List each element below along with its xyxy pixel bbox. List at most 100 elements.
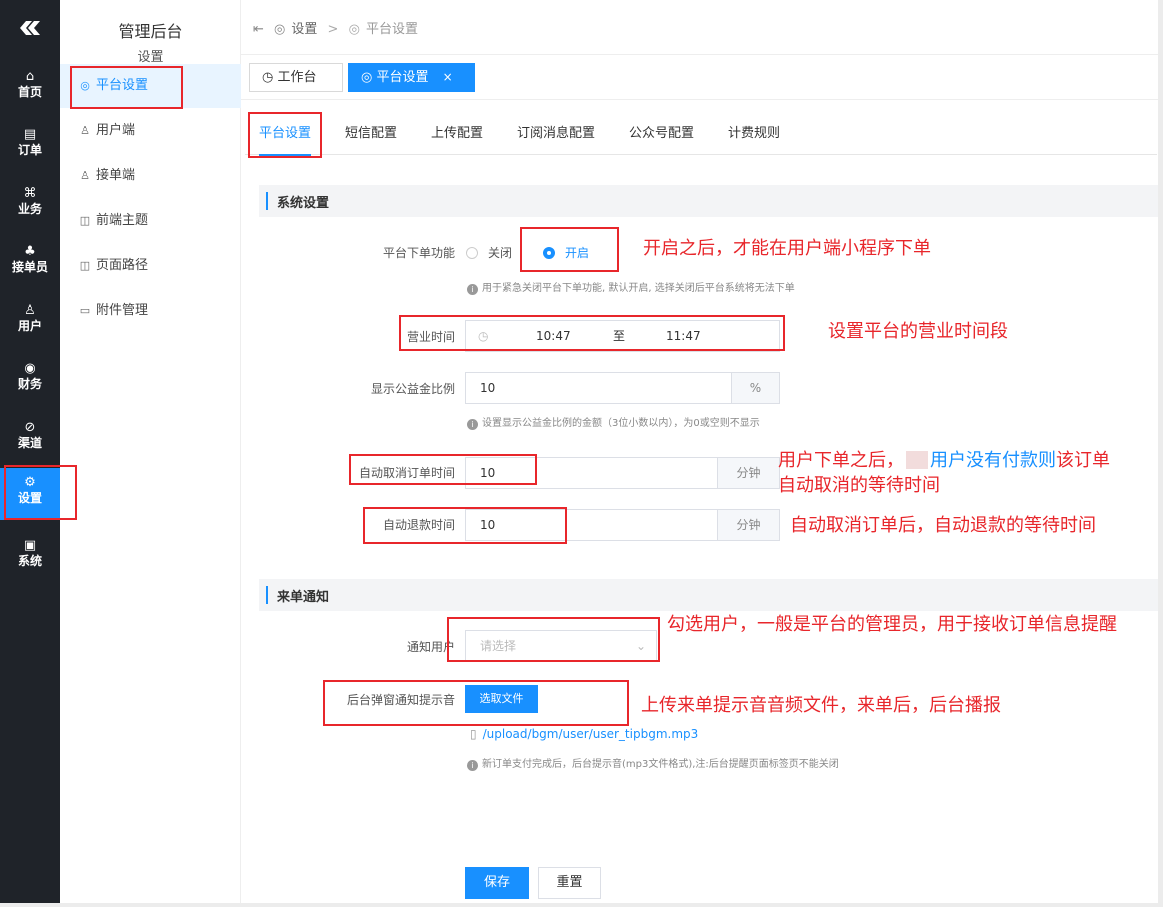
business-hours-range[interactable]: ◷ 10:47 至 11:47 [465, 320, 780, 352]
tag-platform-settings[interactable]: ◎ 平台设置 × [348, 63, 475, 92]
nav-finance-label: 财务 [17, 377, 42, 391]
tab-billing[interactable]: 计费规则 [728, 113, 780, 155]
nav-channels[interactable]: ⊘ 渠道 [0, 417, 60, 469]
notify-user-select[interactable]: 请选择 ⌄ [465, 630, 657, 662]
end-time[interactable]: 11:47 [666, 321, 701, 351]
nav-channels-label: 渠道 [17, 436, 42, 450]
annotation-note: 用户下单之后， 用户没有付款则该订单 自动取消的等待时间 [778, 448, 1158, 498]
info-icon: i [467, 760, 478, 771]
sidebar-item-platform-settings[interactable]: ◎ 平台设置 [60, 64, 241, 108]
channel-icon: ⊘ [24, 420, 36, 435]
tag-dashboard[interactable]: ◷ 工作台 [249, 63, 343, 92]
annotation-note: 上传来单提示音音频文件，来单后，后台播报 [641, 695, 1001, 716]
settings-tabs: 平台设置 短信配置 上传配置 订阅消息配置 公众号配置 计费规则 [245, 113, 1157, 156]
sound-hint-text: 新订单支付完成后，后台提示音(mp3文件格式),注:后台提醒页面标签页不能关闭 [482, 759, 839, 770]
section-accent [266, 192, 268, 210]
breadcrumb: ⇤ ◎ 设置 > ◎ 平台设置 [253, 18, 424, 37]
sidebar-item-theme[interactable]: ◫ 前端主题 [60, 199, 241, 243]
section-accent [266, 586, 268, 604]
user-icon: ♙ [80, 124, 90, 137]
settings-icon: ◎ [274, 22, 286, 37]
sidebar-item-rider-client[interactable]: ♙ 接单端 [60, 154, 241, 198]
section-title: 来单通知 [277, 590, 330, 605]
radio-off[interactable]: 关闭 [466, 244, 512, 261]
auto-refund-input[interactable]: 10 [465, 509, 718, 541]
start-time[interactable]: 10:47 [536, 321, 571, 351]
app-title: 管理后台 [118, 22, 183, 41]
sidebar-item-page-path[interactable]: ◫ 页面路径 [60, 244, 241, 288]
chevron-down-icon: ⌄ [635, 639, 646, 653]
home-icon: ⌂ [25, 69, 35, 84]
sidebar-item-label: 用户端 [96, 123, 136, 138]
auto-cancel-input[interactable]: 10 [465, 457, 718, 489]
finance-icon: ◉ [24, 361, 36, 376]
radio-off-dot [466, 247, 478, 259]
info-icon: i [467, 419, 478, 430]
uploaded-file-name: /upload/bgm/user/user_tipbgm.mp3 [482, 727, 699, 741]
tags-bar: ◷ 工作台 ◎ 平台设置 × [241, 56, 1163, 100]
nav-orders-label: 订单 [17, 143, 42, 157]
minutes-addon: 分钟 [717, 509, 780, 541]
clock-icon: ◷ [262, 70, 274, 85]
app-root: ⌂ 首页 ▤ 订单 ⌘ 业务 ♣ 接单员 ♙ 用户 ◉ 财务 ⊘ 渠道 ⚙ 设置 [0, 0, 1163, 907]
business-hours-label: 营业时间 [406, 330, 455, 344]
annotation-text: 自动取消的等待时间 [778, 475, 940, 496]
user-icon: ♙ [24, 303, 36, 318]
radio-off-label: 关闭 [488, 246, 513, 260]
close-icon[interactable]: × [443, 70, 453, 84]
nav-users[interactable]: ♙ 用户 [0, 300, 60, 352]
sound-label: 后台弹窗通知提示音 [346, 693, 455, 707]
file-icon: ▯ [470, 727, 477, 741]
nav-home-label: 首页 [17, 85, 42, 99]
annotation-note: 自动取消订单后，自动退款的等待时间 [790, 515, 1096, 536]
sidebar-section-title: 设置 [137, 50, 164, 65]
save-button[interactable]: 保存 [465, 867, 529, 899]
tab-sms[interactable]: 短信配置 [345, 113, 397, 155]
tab-platform[interactable]: 平台设置 [259, 113, 312, 156]
nav-business[interactable]: ⌘ 业务 [0, 183, 60, 235]
breadcrumb-separator: > [327, 22, 339, 37]
settings-icon: ⚙ [24, 475, 36, 490]
tag-platform-settings-label: 平台设置 [376, 70, 429, 85]
minutes-addon: 分钟 [717, 457, 780, 489]
charity-ratio-label: 显示公益金比例 [370, 382, 455, 396]
window-frame [1158, 0, 1163, 907]
range-separator: 至 [613, 329, 626, 343]
sidebar-item-label: 前端主题 [96, 213, 149, 228]
nav-system-label: 系统 [17, 554, 42, 568]
tab-upload[interactable]: 上传配置 [431, 113, 483, 155]
collapse-menu-icon[interactable]: ⇤ [253, 22, 264, 37]
breadcrumb-item[interactable]: 设置 [291, 22, 317, 37]
sidebar-item-attachments[interactable]: ▭ 附件管理 [60, 289, 241, 333]
tab-subscribe[interactable]: 订阅消息配置 [517, 113, 595, 155]
uploaded-file[interactable]: ▯ /upload/bgm/user/user_tipbgm.mp3 [470, 727, 698, 741]
radio-on-dot [543, 247, 555, 259]
clock-icon: ◷ [478, 329, 489, 343]
nav-users-label: 用户 [17, 319, 42, 333]
redacted-mark [906, 451, 928, 469]
tab-official-account[interactable]: 公众号配置 [629, 113, 694, 155]
choose-file-button[interactable]: 选取文件 [465, 685, 538, 713]
nav-orders[interactable]: ▤ 订单 [0, 124, 60, 176]
rider-icon: ♣ [24, 244, 36, 259]
rider-icon: ♙ [80, 169, 90, 182]
charity-hint: i 设置显示公益金比例的金额（3位小数以内），为0或空则不显示 [467, 414, 760, 430]
nav-finance[interactable]: ◉ 财务 [0, 358, 60, 410]
nav-riders[interactable]: ♣ 接单员 [0, 241, 60, 293]
nav-home[interactable]: ⌂ 首页 [0, 66, 60, 118]
settings-icon: ◎ [80, 79, 90, 92]
nav-system[interactable]: ▣ 系统 [0, 535, 60, 587]
annotation-note: 勾选用户，一般是平台的管理员，用于接收订单信息提醒 [667, 614, 1117, 635]
window-frame [0, 903, 1163, 907]
reset-button[interactable]: 重置 [538, 867, 601, 899]
nav-settings[interactable]: ⚙ 设置 [0, 468, 60, 520]
percent-addon: % [731, 372, 780, 404]
annotation-text: 用户下单之后， [778, 450, 904, 471]
theme-icon: ◫ [79, 214, 91, 227]
charity-ratio-input[interactable]: 10 [465, 372, 732, 404]
system-settings-header: 系统设置 [259, 185, 1163, 217]
breadcrumb-item: 平台设置 [365, 22, 418, 37]
radio-on[interactable]: 开启 [543, 244, 589, 261]
notify-user-label: 通知用户 [406, 640, 455, 654]
sidebar-item-user-client[interactable]: ♙ 用户端 [60, 109, 241, 153]
